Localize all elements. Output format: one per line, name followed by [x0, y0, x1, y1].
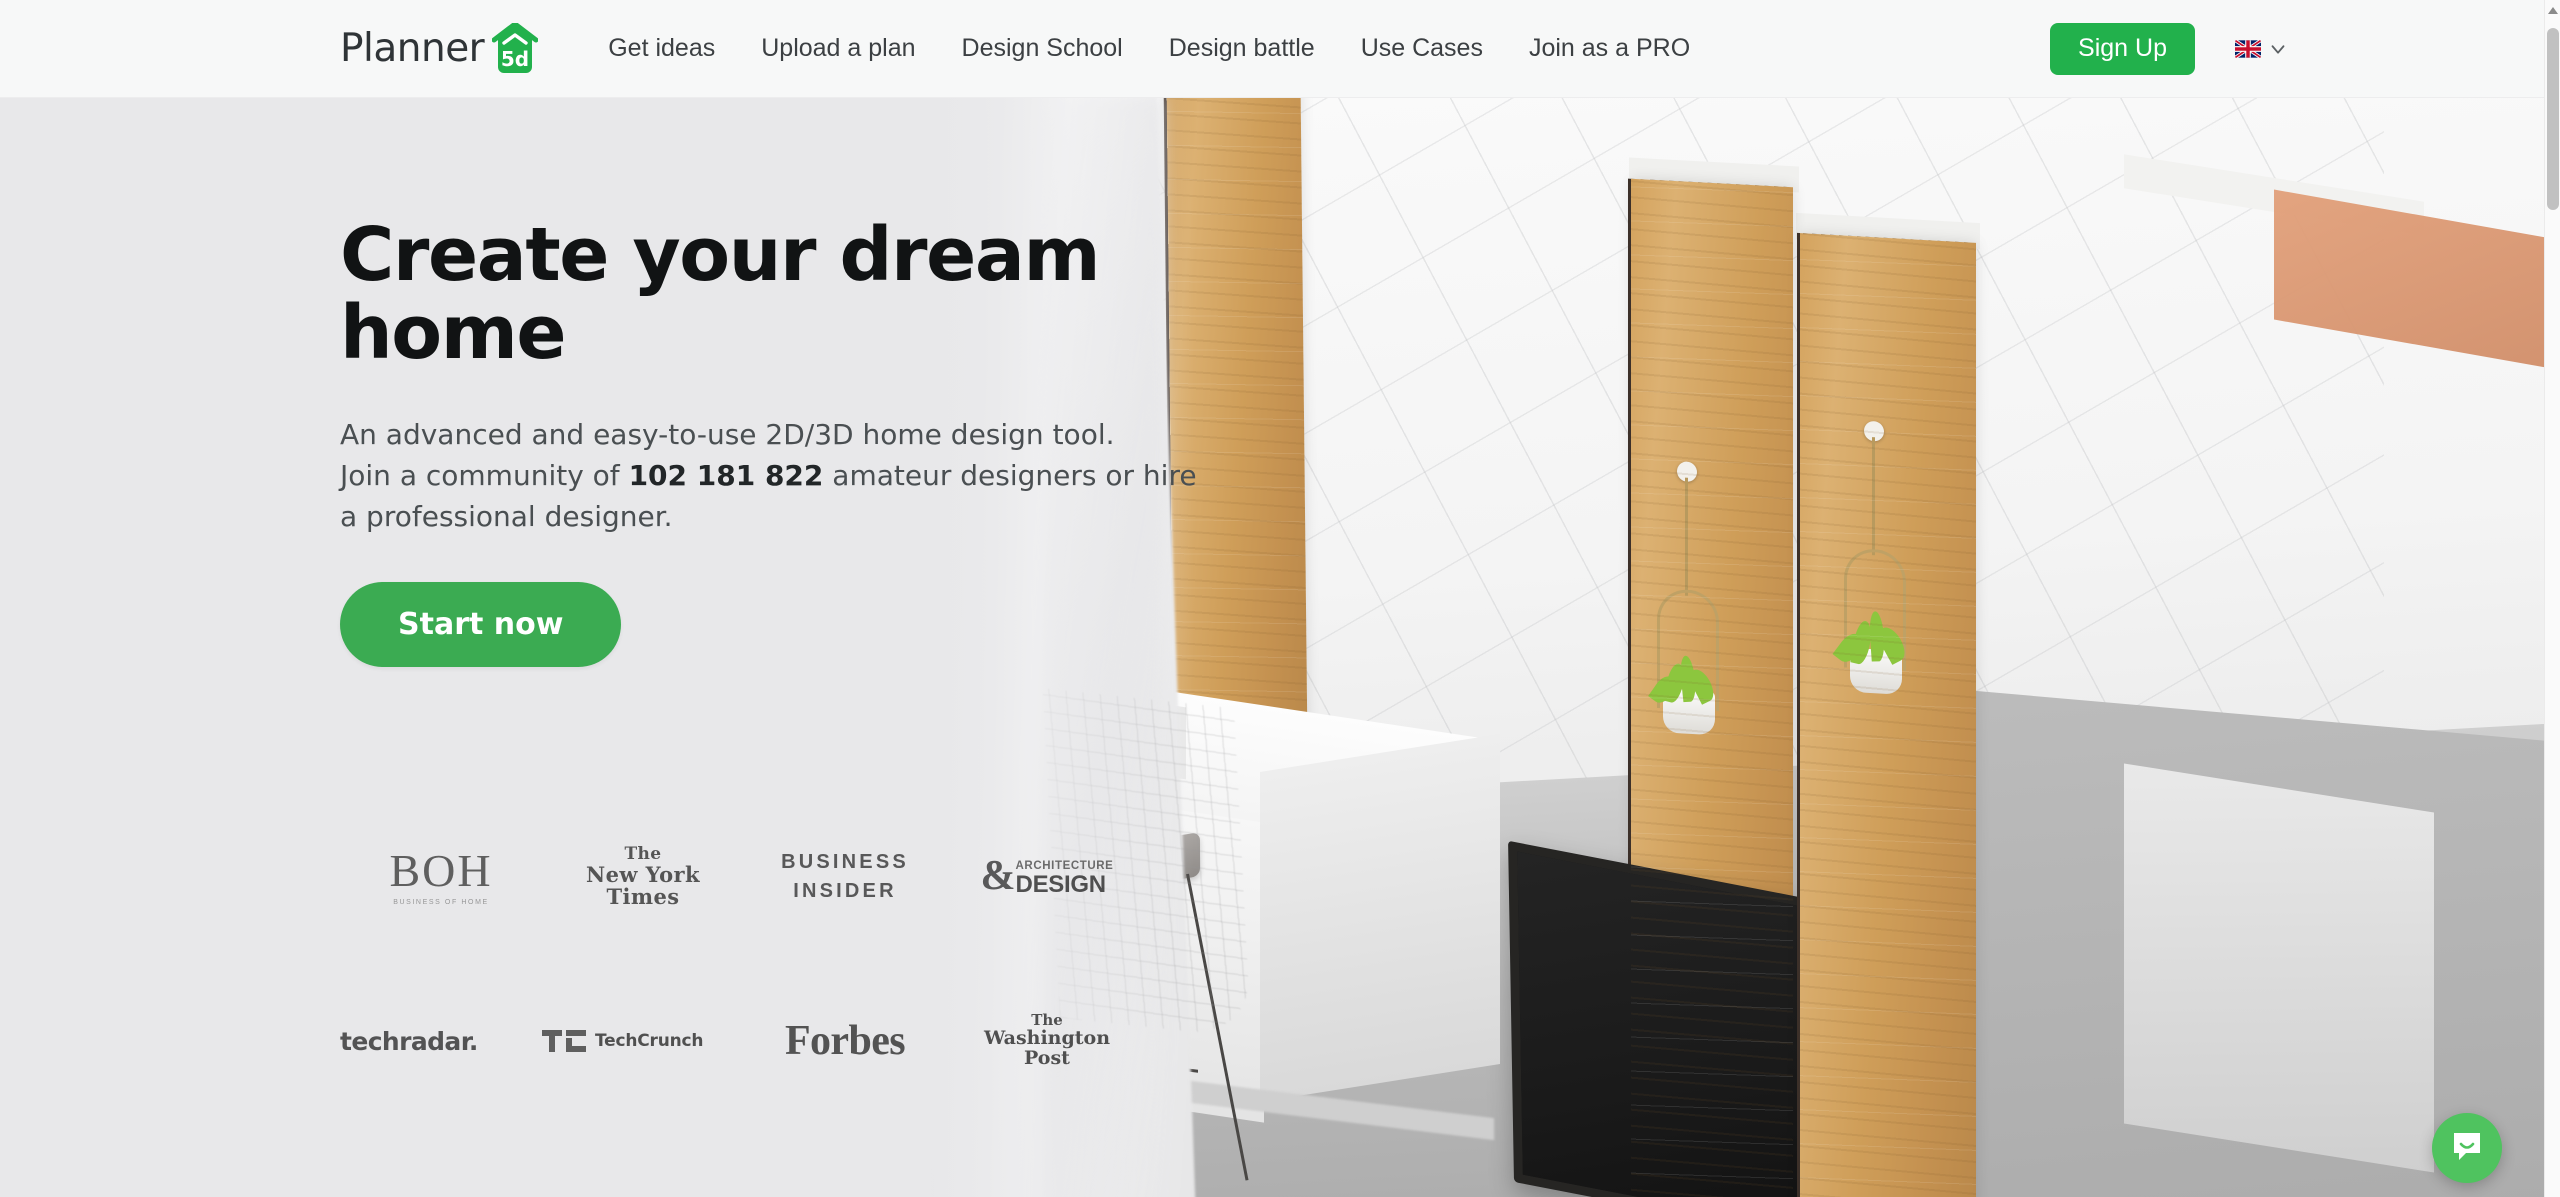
- nyt-line-1: The: [624, 844, 662, 865]
- press-logo-washington-post[interactable]: The Washington Post: [946, 1002, 1148, 1080]
- planner5d-logo[interactable]: Planner 5d: [340, 22, 539, 75]
- hero-subtitle-line1: An advanced and easy-to-use 2D/3D home d…: [340, 417, 1115, 451]
- boh-wordmark: BOH: [389, 845, 493, 896]
- wood-partition-right: [1800, 233, 1976, 1197]
- press-logo-boh[interactable]: BOH BUSINESS OF HOME: [340, 838, 542, 916]
- press-logo-architecture-and-design[interactable]: & ARCHITECTURE DESIGN: [946, 838, 1148, 916]
- start-now-button[interactable]: Start now: [340, 581, 622, 667]
- press-logo-techcrunch[interactable]: TechCrunch: [542, 1002, 744, 1080]
- hero-subtitle-line3: a professional designer.: [340, 499, 673, 533]
- forbes-wordmark: Forbes: [784, 1018, 906, 1064]
- scroll-up-arrow-icon[interactable]: [2547, 4, 2559, 16]
- press-logo-business-insider[interactable]: BUSINESS INSIDER: [744, 838, 946, 916]
- header-actions: Sign Up: [2050, 22, 2299, 75]
- svg-text:5d: 5d: [501, 47, 529, 71]
- press-logo-new-york-times[interactable]: The New York Times: [542, 838, 744, 916]
- community-count: 102 181 822: [628, 458, 824, 492]
- nav-item-design-battle[interactable]: Design battle: [1146, 36, 1338, 61]
- chat-bubble-smile-icon: [2450, 1129, 2484, 1168]
- nav-item-design-school[interactable]: Design School: [939, 36, 1146, 61]
- hero-section: Create your dream home An advanced and e…: [0, 98, 2544, 1197]
- kitchen-island-side: [1260, 733, 1500, 1103]
- nyt-line-3: Times: [606, 884, 680, 910]
- ad-line-bottom: DESIGN: [1015, 871, 1107, 898]
- uk-flag-icon: [2235, 39, 2261, 58]
- nav-item-get-ideas[interactable]: Get ideas: [585, 36, 738, 61]
- wood-partition-mid: [1508, 178, 1814, 1197]
- chevron-down-icon: [2267, 38, 2289, 60]
- techradar-wordmark: techradar.: [340, 1026, 478, 1056]
- scrollbar-thumb[interactable]: [2547, 28, 2559, 210]
- chat-launcher-button[interactable]: [2432, 1113, 2502, 1183]
- wp-line-2: Washington: [983, 1027, 1111, 1050]
- vertical-scrollbar[interactable]: [2544, 0, 2560, 1197]
- page-title: Create your dream home: [340, 212, 1101, 377]
- press-logo-forbes[interactable]: Forbes: [744, 1002, 946, 1080]
- main-nav: Get ideas Upload a plan Design School De…: [585, 36, 1713, 61]
- logo-wordmark: Planner: [340, 26, 485, 71]
- techcrunch-wordmark: TechCrunch: [595, 1031, 704, 1051]
- hero-subtitle-line2-post: amateur designers or hire: [823, 458, 1197, 492]
- nyt-line-2: New York: [586, 861, 700, 887]
- hero-subtitle-line2-pre: Join a community of: [340, 458, 629, 492]
- nav-item-use-cases[interactable]: Use Cases: [1338, 36, 1506, 61]
- bi-line-2: INSIDER: [793, 880, 897, 902]
- hero-subtitle: An advanced and easy-to-use 2D/3D home d…: [340, 415, 1200, 538]
- sign-up-button[interactable]: Sign Up: [2050, 22, 2195, 75]
- site-header: Planner 5d Get ideas Upload a plan Desig…: [0, 0, 2544, 98]
- gray-cabinet: [2124, 763, 2434, 1173]
- nav-item-join-as-a-pro[interactable]: Join as a PRO: [1506, 36, 1713, 61]
- hero-copy: Create your dream home An advanced and e…: [340, 98, 1240, 667]
- press-logos: BOH BUSINESS OF HOME The New York Times …: [340, 838, 1148, 1080]
- wall-tv-screen: [1508, 840, 1814, 1197]
- nav-item-upload-a-plan[interactable]: Upload a plan: [738, 36, 938, 61]
- boh-subtitle: BUSINESS OF HOME: [393, 899, 489, 906]
- planner5d-house-logo-icon: 5d: [492, 22, 539, 75]
- language-selector[interactable]: [2225, 24, 2299, 74]
- ampersand-glyph: &: [980, 853, 1016, 900]
- press-logo-techradar[interactable]: techradar.: [340, 1002, 542, 1080]
- wp-line-3: Post: [1024, 1046, 1070, 1069]
- techcrunch-mark-icon: [542, 1030, 586, 1052]
- bi-line-1: BUSINESS: [781, 851, 909, 873]
